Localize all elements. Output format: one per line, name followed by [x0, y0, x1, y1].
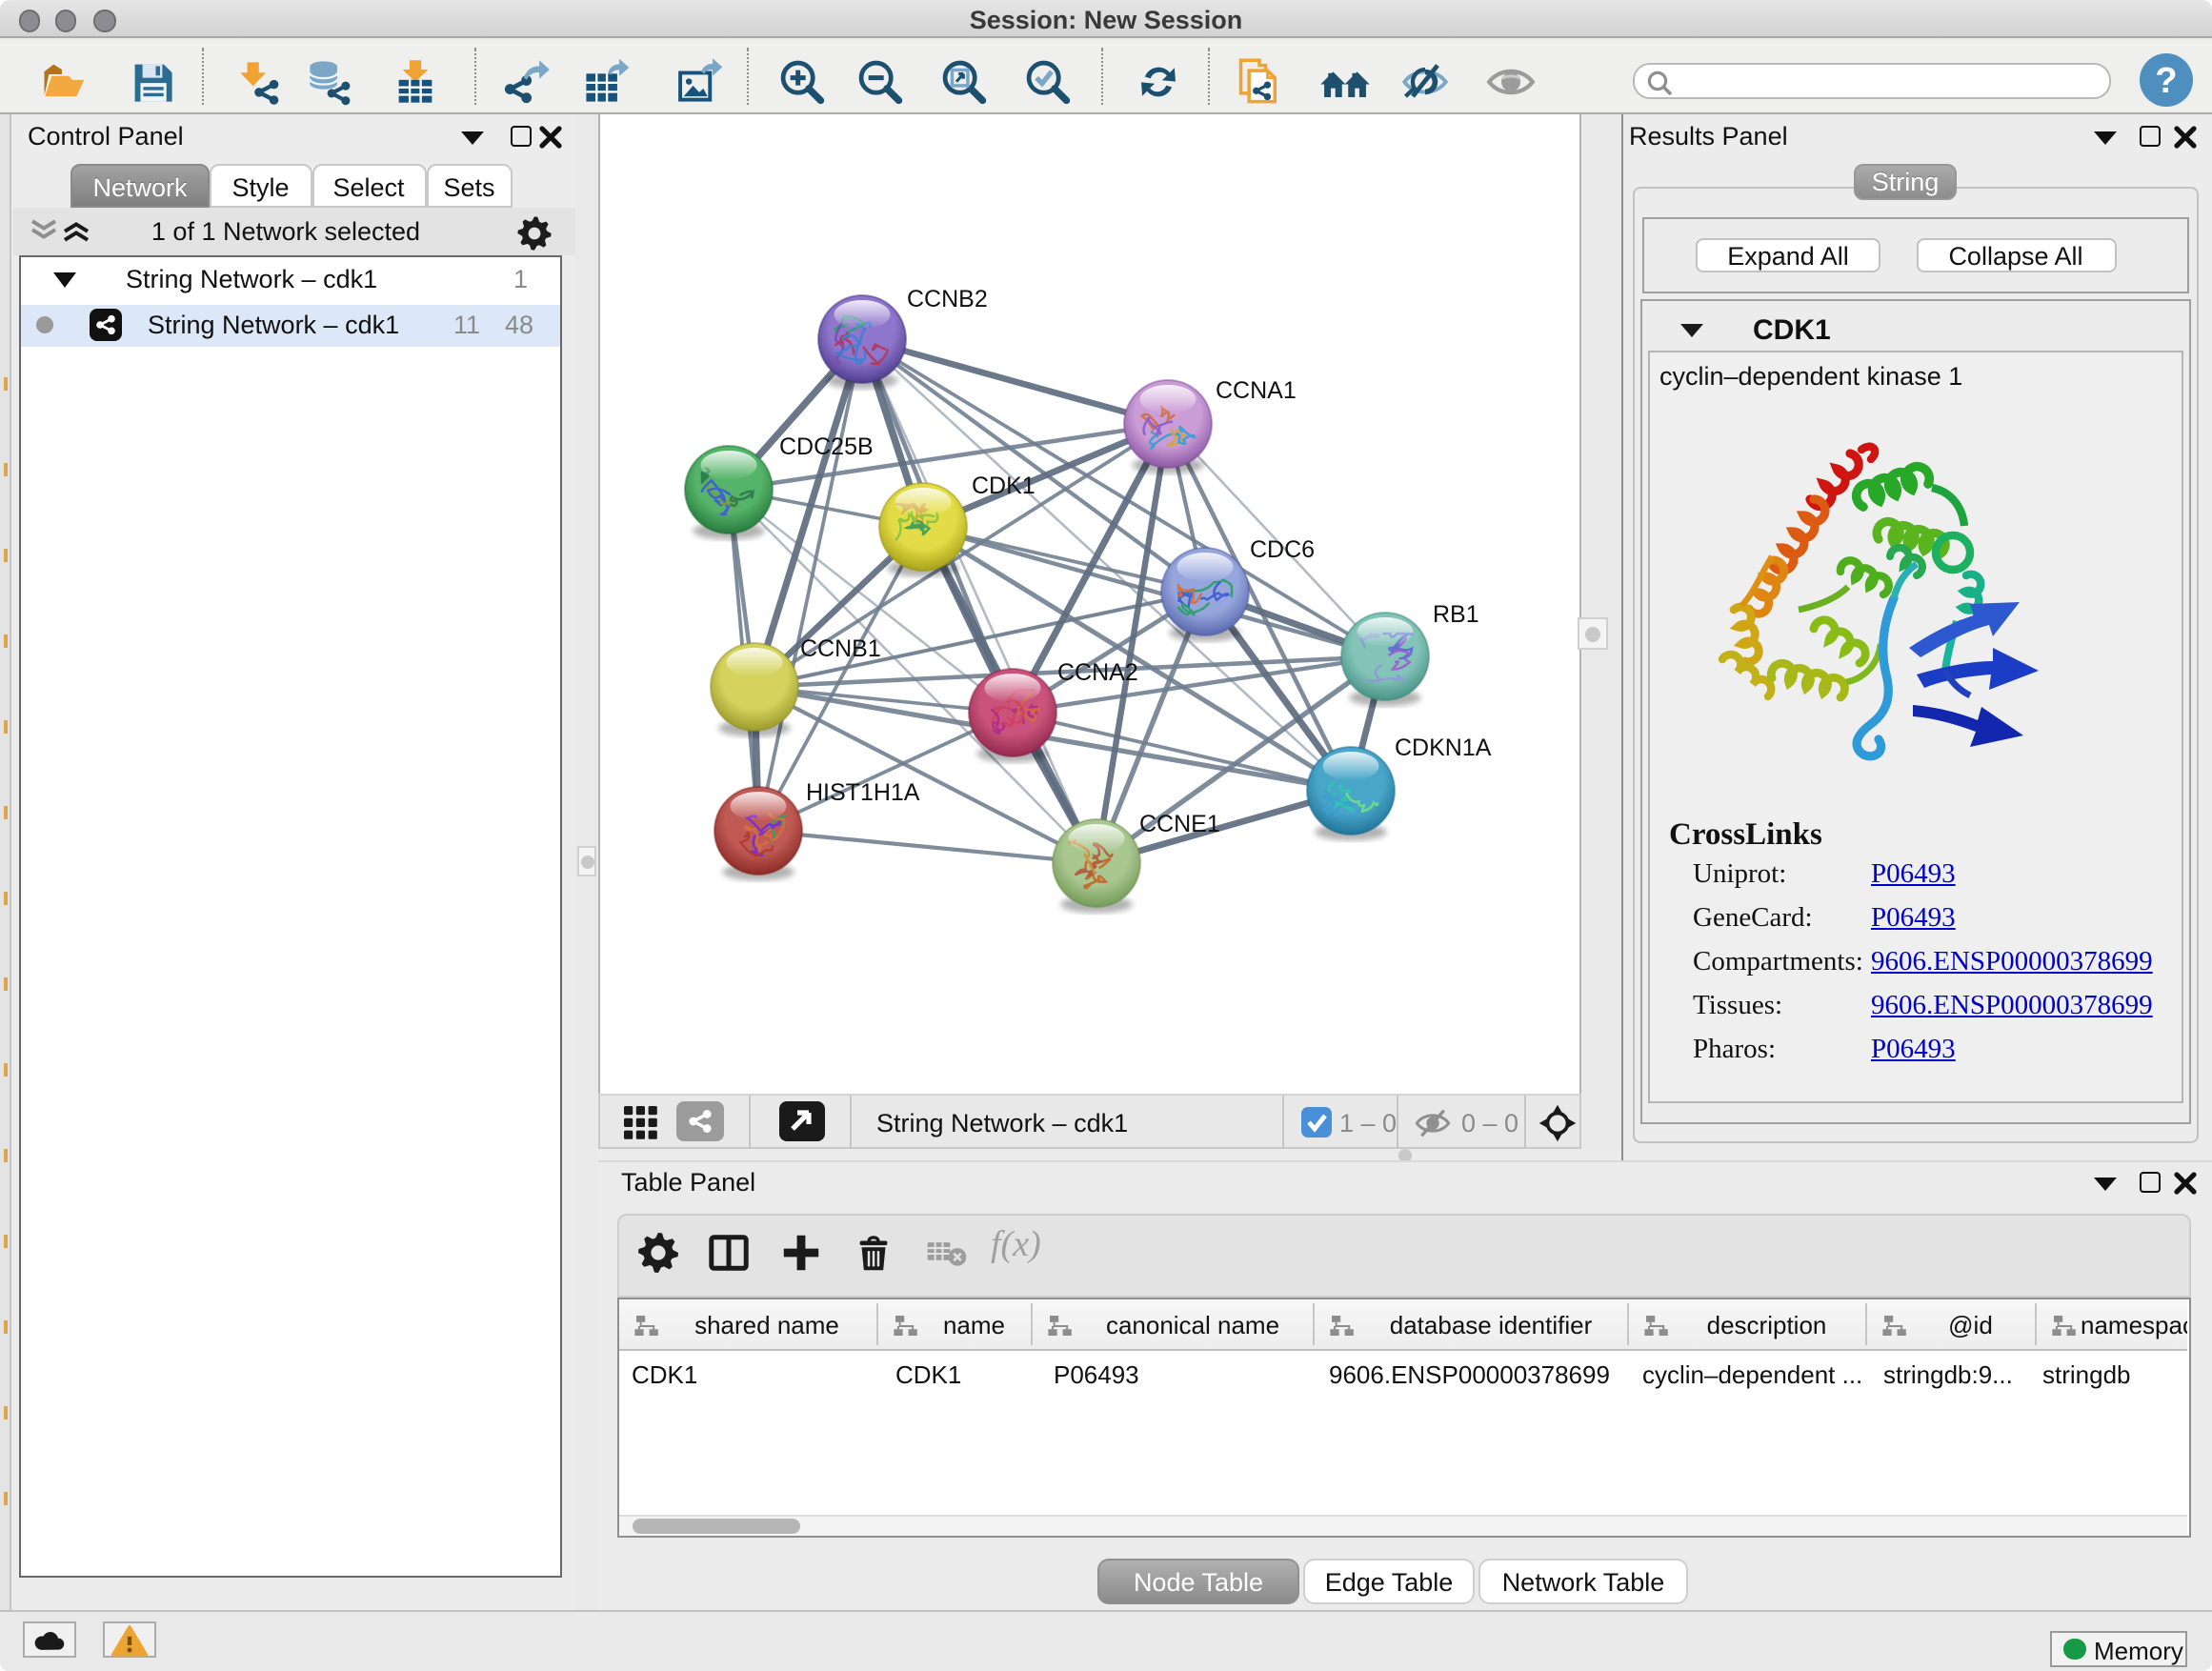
svg-text:CCNA2: CCNA2: [1057, 659, 1138, 686]
svg-text:CCNB1: CCNB1: [800, 635, 881, 662]
svg-text:RB1: RB1: [1433, 601, 1479, 628]
svg-text:HIST1H1A: HIST1H1A: [806, 779, 920, 806]
svg-text:CDKN1A: CDKN1A: [1395, 735, 1492, 761]
svg-text:CCNE1: CCNE1: [1139, 811, 1220, 837]
svg-text:CCNA1: CCNA1: [1216, 377, 1297, 404]
svg-text:CDK1: CDK1: [972, 473, 1036, 499]
svg-text:CCNB2: CCNB2: [907, 286, 988, 312]
svg-text:?: ?: [2155, 60, 2177, 100]
svg-text:CDC25B: CDC25B: [779, 433, 874, 460]
svg-text:CDC6: CDC6: [1250, 536, 1315, 563]
